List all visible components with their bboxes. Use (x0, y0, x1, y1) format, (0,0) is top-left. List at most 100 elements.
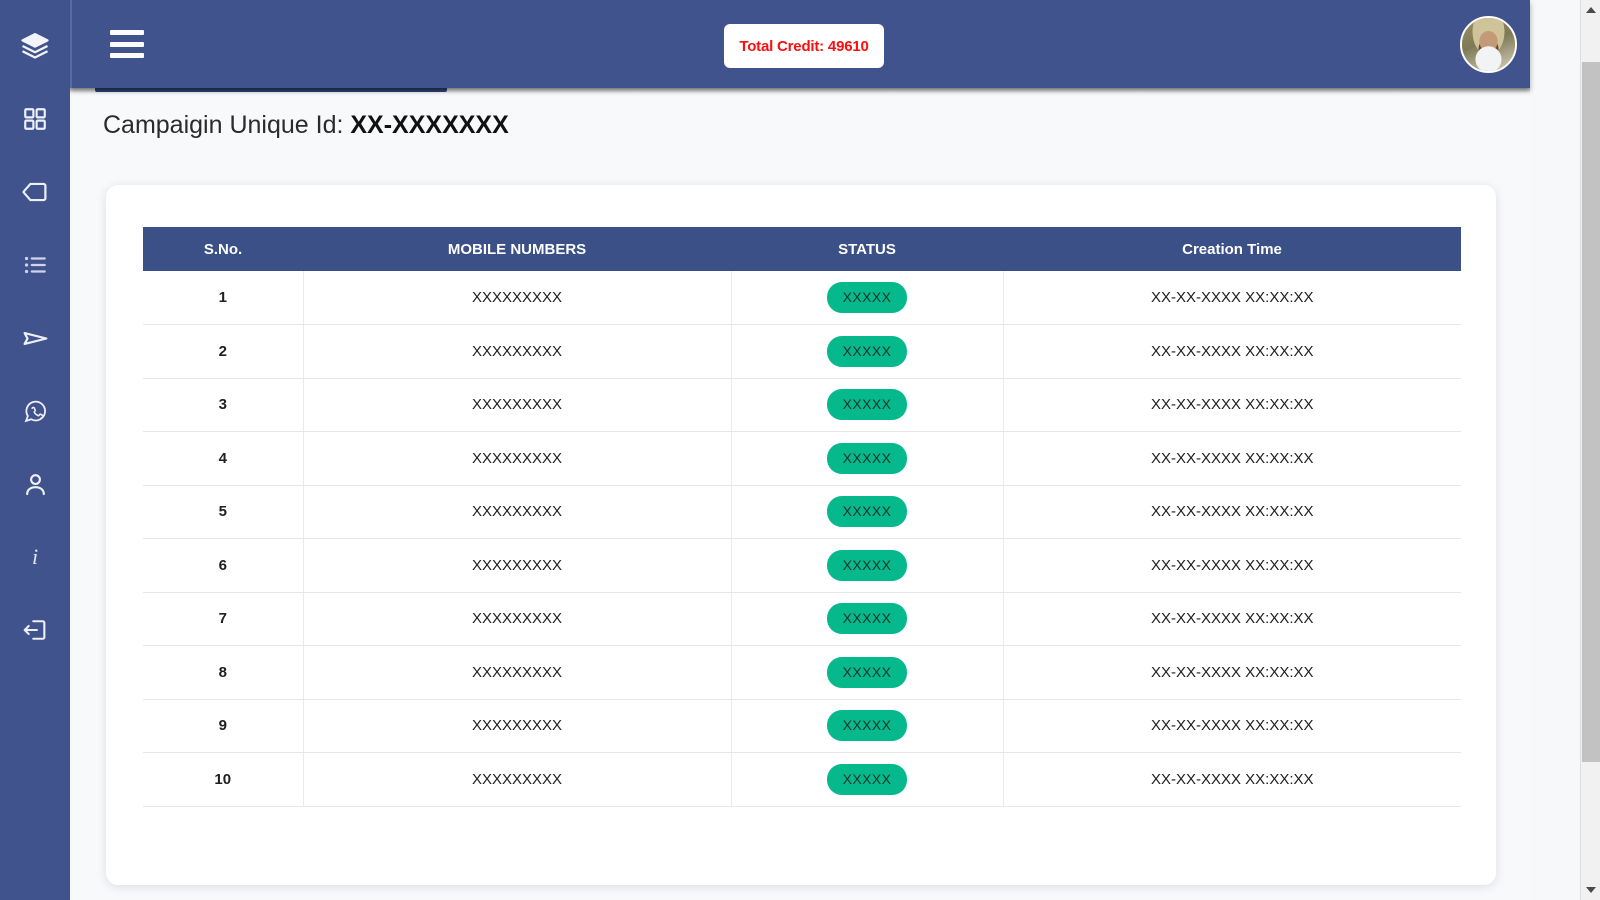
status-badge[interactable]: XXXXX (827, 763, 907, 795)
page-title-prefix: Campaigin Unique Id: (103, 111, 351, 139)
table-row: 4 XXXXXXXXX XXXXX XX-XX-XXXX XX:XX:XX (143, 431, 1461, 486)
campaign-numbers-table: S.No. MOBILE NUMBERS STATUS Creation Tim… (143, 227, 1461, 807)
table-body: 1 XXXXXXXXX XXXXX XX-XX-XXXX XX:XX:XX 2 XXXXX… (143, 271, 1461, 807)
table-card: S.No. MOBILE NUMBERS STATUS Creation Tim… (106, 185, 1496, 885)
vertical-scrollbar[interactable] (1580, 0, 1600, 900)
sidebar-item-tag[interactable] (11, 168, 59, 216)
table-row: 9 XXXXXXXXX XXXXX XX-XX-XXXX XX:XX:XX (143, 699, 1461, 753)
status-badge[interactable]: XXXXX (827, 603, 907, 635)
cell-mobile-number: XXXXXXXXX (303, 271, 732, 325)
table-row: 8 XXXXXXXXX XXXXX XX-XX-XXXX XX:XX:XX (143, 645, 1461, 700)
campaign-unique-id: XX-XXXXXXX (350, 111, 509, 139)
sidebar-item-layers[interactable] (11, 22, 59, 70)
status-badge[interactable]: XXXXX (827, 442, 907, 474)
cell-status: XXXXX (731, 645, 1004, 700)
hamburger-icon[interactable] (110, 30, 144, 58)
table-row: 2 XXXXXXXXX XXXXX XX-XX-XXXX XX:XX:XX (143, 324, 1461, 379)
status-badge[interactable]: XXXXX (827, 656, 907, 688)
cell-creation-time: XX-XX-XXXX XX:XX:XX (1003, 752, 1461, 807)
layers-icon (20, 31, 50, 61)
cell-mobile-number: XXXXXXXXX (303, 592, 732, 646)
sidebar-item-list[interactable] (11, 241, 59, 289)
cell-creation-time: XX-XX-XXXX XX:XX:XX (1003, 431, 1461, 486)
hamburger-bar (110, 53, 144, 58)
cell-mobile-number: XXXXXXXXX (303, 699, 732, 753)
table-row: 3 XXXXXXXXX XXXXX XX-XX-XXXX XX:XX:XX (143, 378, 1461, 432)
avatar[interactable] (1460, 16, 1517, 73)
table-row: 5 XXXXXXXXX XXXXX XX-XX-XXXX XX:XX:XX (143, 485, 1461, 539)
table-head: S.No. MOBILE NUMBERS STATUS Creation Tim… (143, 227, 1461, 271)
total-credit-badge[interactable]: Total Credit: 49610 (724, 24, 884, 68)
cell-status: XXXXX (731, 538, 1004, 593)
grid-icon (22, 106, 48, 132)
cell-mobile-number: XXXXXXXXX (303, 645, 732, 700)
cell-mobile-number: XXXXXXXXX (303, 485, 732, 539)
cell-mobile-number: XXXXXXXXX (303, 378, 732, 432)
send-icon (21, 324, 50, 353)
list-icon (22, 252, 48, 278)
cell-sno: 1 (143, 271, 304, 325)
status-badge[interactable]: XXXXX (827, 389, 907, 421)
status-badge[interactable]: XXXXX (827, 282, 907, 313)
sidebar-item-profile[interactable] (11, 460, 59, 508)
active-tab-indicator[interactable] (95, 88, 447, 92)
cell-mobile-number: XXXXXXXXX (303, 538, 732, 593)
sidebar-item-send[interactable] (11, 314, 59, 362)
top-bar: Total Credit: 49610 (70, 0, 1530, 88)
cell-creation-time: XX-XX-XXXX XX:XX:XX (1003, 645, 1461, 700)
page-title: Campaigin Unique Id: XX-XXXXXXX (103, 111, 509, 140)
cell-status: XXXXX (731, 485, 1004, 539)
cell-sno: 8 (143, 645, 304, 700)
column-header-sno: S.No. (143, 227, 303, 271)
table-header-row: S.No. MOBILE NUMBERS STATUS Creation Tim… (143, 227, 1461, 271)
cell-sno: 2 (143, 324, 304, 379)
cell-status: XXXXX (731, 592, 1004, 646)
cell-sno: 9 (143, 699, 304, 753)
status-badge[interactable]: XXXXX (827, 335, 907, 367)
whatsapp-icon (22, 398, 49, 425)
sidebar-item-logout[interactable] (11, 606, 59, 654)
cell-mobile-number: XXXXXXXXX (303, 752, 732, 807)
status-badge[interactable]: XXXXX (827, 496, 907, 528)
app-root: i Total Credit: 49610 Campaigin Unique I… (0, 0, 1600, 900)
cell-creation-time: XX-XX-XXXX XX:XX:XX (1003, 485, 1461, 539)
column-header-status: STATUS (731, 227, 1003, 271)
scrollbar-thumb[interactable] (1582, 62, 1600, 762)
table-row: 1 XXXXXXXXX XXXXX XX-XX-XXXX XX:XX:XX (143, 271, 1461, 325)
scroll-down-icon[interactable] (1581, 880, 1600, 900)
hamburger-bar (110, 41, 144, 47)
column-header-mobile-numbers: MOBILE NUMBERS (303, 227, 731, 271)
cell-status: XXXXX (731, 271, 1004, 325)
cell-status: XXXXX (731, 324, 1004, 379)
hamburger-bar (110, 30, 144, 35)
logout-icon (21, 616, 49, 644)
cell-creation-time: XX-XX-XXXX XX:XX:XX (1003, 324, 1461, 379)
sidebar-item-dashboard[interactable] (11, 95, 59, 143)
cell-sno: 3 (143, 378, 304, 432)
table-row: 6 XXXXXXXXX XXXXX XX-XX-XXXX XX:XX:XX (143, 538, 1461, 593)
sidebar-item-info[interactable]: i (11, 533, 59, 581)
avatar-image (1462, 18, 1515, 71)
status-badge[interactable]: XXXXX (827, 710, 907, 742)
cell-status: XXXXX (731, 752, 1004, 807)
cell-status: XXXXX (731, 699, 1004, 753)
cell-mobile-number: XXXXXXXXX (303, 324, 732, 379)
table-row: 10 XXXXXXXXX XXXXX XX-XX-XXXX XX:XX:XX (143, 752, 1461, 807)
cell-sno: 4 (143, 431, 304, 486)
cell-status: XXXXX (731, 378, 1004, 432)
scroll-up-icon[interactable] (1581, 0, 1600, 20)
sidebar-item-whatsapp[interactable] (11, 387, 59, 435)
cell-sno: 7 (143, 592, 304, 646)
cell-creation-time: XX-XX-XXXX XX:XX:XX (1003, 592, 1461, 646)
sidebar: i (0, 0, 70, 900)
table-row: 7 XXXXXXXXX XXXXX XX-XX-XXXX XX:XX:XX (143, 592, 1461, 646)
info-icon: i (31, 544, 39, 569)
column-header-creation-time: Creation Time (1003, 227, 1461, 271)
cell-status: XXXXX (731, 431, 1004, 486)
cell-sno: 10 (143, 752, 304, 807)
user-icon (22, 471, 49, 498)
cell-creation-time: XX-XX-XXXX XX:XX:XX (1003, 699, 1461, 753)
cell-sno: 5 (143, 485, 304, 539)
status-badge[interactable]: XXXXX (827, 549, 907, 581)
cell-creation-time: XX-XX-XXXX XX:XX:XX (1003, 271, 1461, 325)
